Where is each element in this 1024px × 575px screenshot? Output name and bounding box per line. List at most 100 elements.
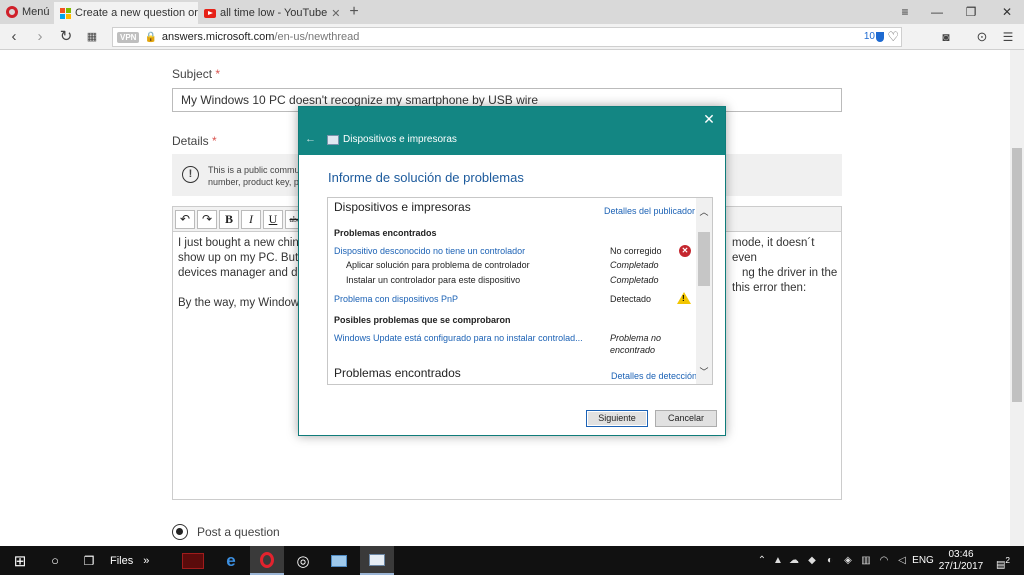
windows-taskbar: ⊞ ○ ❐ Files » e ◎ ⌃ ▲ ☁ ◆ ◐ ◈ ▥ ◠ ◁ ENG …: [0, 546, 1024, 575]
search-icon[interactable]: ○: [40, 546, 70, 575]
tab-title: Create a new question or s: [75, 7, 198, 19]
youtube-icon: [204, 8, 216, 18]
troubleshooter-dialog: ✕ ← Dispositivos e impresoras Informe de…: [298, 106, 726, 436]
dialog-heading: Informe de solución de problemas: [328, 170, 524, 185]
tab-create-question[interactable]: Create a new question or s: [54, 2, 198, 24]
italic-button[interactable]: I: [241, 210, 261, 229]
tab-youtube[interactable]: all time low - YouTube ✕: [198, 2, 342, 24]
dialog-title: Dispositivos e impresoras: [343, 134, 457, 145]
problem-row-status: Completado: [610, 275, 659, 285]
back-icon[interactable]: ‹: [4, 27, 24, 47]
post-question-radio[interactable]: [172, 524, 188, 540]
report-scrollbar[interactable]: ︿ ﹀: [696, 198, 712, 384]
devices-app-icon[interactable]: [360, 546, 394, 575]
opera-taskbar-icon[interactable]: [250, 546, 284, 575]
edge-icon[interactable]: e: [216, 546, 246, 575]
files-toolbar[interactable]: Files »: [110, 546, 156, 575]
notification-count: 2: [1005, 555, 1011, 565]
tray-app-icon[interactable]: ◐: [822, 546, 838, 575]
dropbox-icon[interactable]: ◆: [804, 546, 820, 575]
clock[interactable]: 03:46 27/1/2017: [938, 546, 984, 575]
vpn-badge[interactable]: VPN: [117, 31, 140, 43]
adblock-shield-icon[interactable]: [876, 32, 884, 42]
scroll-down-icon[interactable]: ﹀: [696, 364, 712, 380]
browser-tab-bar: Menú Create a new question or s all time…: [0, 0, 1024, 24]
clock-date: 27/1/2017: [938, 561, 984, 572]
redo-icon[interactable]: ↷: [197, 210, 217, 229]
opera-menu-button[interactable]: Menú: [0, 0, 52, 24]
tray-overflow-icon[interactable]: ⌃: [754, 546, 770, 575]
defender-icon[interactable]: ◈: [840, 546, 856, 575]
dialog-back-icon[interactable]: ←: [305, 133, 316, 145]
restore-icon[interactable]: ❐: [956, 0, 986, 24]
bold-button[interactable]: B: [219, 210, 239, 229]
publisher-details-link[interactable]: Detalles del publicador: [604, 206, 695, 216]
google-drive-icon[interactable]: ▲: [770, 546, 786, 575]
undo-icon[interactable]: ↶: [175, 210, 195, 229]
speed-dial-icon[interactable]: ▦: [82, 27, 102, 47]
subject-label: Subject *: [172, 67, 221, 81]
more-icon[interactable]: »: [143, 555, 149, 567]
dialog-header: ✕ ← Dispositivos e impresoras: [299, 107, 725, 155]
dialog-close-icon[interactable]: ✕: [699, 109, 719, 129]
problem-row-status: Detectado: [610, 294, 652, 304]
volume-icon[interactable]: ◁: [894, 546, 910, 575]
easy-setup-icon[interactable]: ☰: [998, 27, 1018, 47]
report-scroll-thumb[interactable]: [698, 232, 710, 286]
problem-row-status: Completado: [610, 260, 659, 270]
problem-row-status: No corregido: [610, 246, 662, 256]
navigation-bar: ‹ › ↻ ▦ VPN 🔒 answers.microsoft.com/en-u…: [0, 24, 1024, 50]
new-tab-button[interactable]: +: [344, 2, 364, 22]
close-window-icon[interactable]: ✕: [992, 0, 1022, 24]
info-icon: !: [182, 166, 199, 183]
scroll-up-icon[interactable]: ︿: [696, 204, 712, 220]
url-host: answers.microsoft.com: [161, 31, 275, 43]
reload-icon[interactable]: ↻: [56, 27, 76, 47]
language-indicator[interactable]: ENG: [912, 546, 934, 575]
section-title: Dispositivos e impresoras: [334, 200, 471, 214]
network-icon[interactable]: ▥: [858, 546, 874, 575]
problem-row-name[interactable]: Dispositivo desconocido no tiene un cont…: [334, 246, 525, 256]
forward-icon[interactable]: ›: [30, 27, 50, 47]
menu-label: Menú: [22, 6, 50, 18]
tab-close-icon[interactable]: ✕: [331, 7, 340, 20]
editor-line: ng the driver in the: [742, 267, 838, 279]
detection-details-link[interactable]: Detalles de detección: [611, 371, 697, 381]
minimize-icon[interactable]: —: [922, 0, 952, 24]
checked-row-name[interactable]: Windows Update está configurado para no …: [334, 333, 583, 343]
checked-row-status: encontrado: [610, 345, 656, 355]
game-app-icon[interactable]: [178, 546, 208, 575]
section-title: Problemas encontrados: [334, 366, 461, 380]
wifi-icon[interactable]: ◠: [876, 546, 892, 575]
explorer-app-icon[interactable]: [324, 546, 354, 575]
url-path: /en-us/newthread: [274, 31, 360, 43]
download-icon[interactable]: ⊙: [972, 27, 992, 47]
error-icon: ✕: [679, 245, 691, 257]
pocket-icon[interactable]: ◙: [936, 27, 956, 47]
page-scroll-thumb[interactable]: [1012, 148, 1022, 402]
task-view-icon[interactable]: ❐: [74, 546, 104, 575]
problem-row-name: Aplicar solución para problema de contro…: [346, 260, 530, 270]
problem-row-name: Instalar un controlador para este dispos…: [346, 275, 521, 285]
problems-found-label: Problemas encontrados: [334, 228, 437, 238]
onedrive-icon[interactable]: ☁: [786, 546, 802, 575]
tab-menu-icon[interactable]: ≡: [890, 0, 920, 24]
microsoft-logo-icon: [60, 7, 71, 19]
address-bar[interactable]: VPN 🔒 answers.microsoft.com/en-us/newthr…: [112, 27, 902, 47]
cancel-button[interactable]: Cancelar: [655, 410, 717, 427]
post-question-label: Post a question: [197, 525, 280, 539]
steam-icon[interactable]: ◎: [288, 546, 318, 575]
windows-start-icon[interactable]: ⊞: [0, 546, 40, 575]
details-label: Details *: [172, 134, 217, 148]
bookmark-heart-icon[interactable]: ♡: [887, 29, 899, 45]
adblock-count[interactable]: 10: [864, 31, 875, 42]
lock-icon[interactable]: 🔒: [144, 32, 156, 43]
notification-center-icon[interactable]: ▤2: [988, 546, 1018, 575]
files-label: Files: [110, 554, 134, 567]
checked-row-status: Problema no: [610, 333, 662, 343]
troubleshooting-report[interactable]: Dispositivos e impresoras Detalles del p…: [327, 197, 713, 385]
next-button[interactable]: Siguiente: [586, 410, 648, 427]
problem-row-name[interactable]: Problema con dispositivos PnP: [334, 294, 458, 304]
page-scrollbar[interactable]: [1010, 50, 1024, 546]
underline-button[interactable]: U: [263, 210, 283, 229]
